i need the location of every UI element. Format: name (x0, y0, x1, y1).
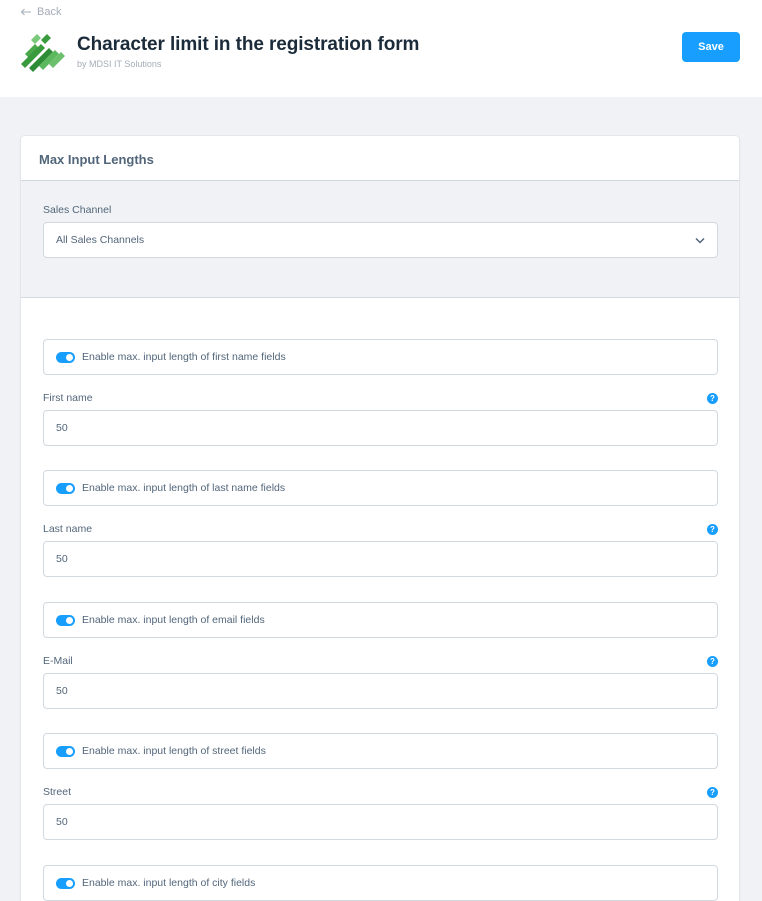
first-name-input[interactable] (43, 410, 718, 446)
sales-channel-area: Sales Channel All Sales Channels (21, 181, 739, 298)
street-input[interactable] (43, 804, 718, 840)
arrow-left-icon (20, 8, 31, 16)
last-name-toggle-switch[interactable] (56, 482, 75, 494)
last-name-help-icon[interactable]: ? (707, 524, 718, 535)
first-name-toggle-label: Enable max. input length of first name f… (82, 351, 286, 363)
sales-channel-select[interactable]: All Sales Channels (43, 222, 718, 258)
city-toggle-row: Enable max. input length of city fields (43, 865, 718, 901)
email-help-icon[interactable]: ? (707, 656, 718, 667)
street-toggle-row: Enable max. input length of street field… (43, 733, 718, 769)
mdsi-logo-icon (21, 34, 65, 72)
last-name-label: Last name (43, 523, 93, 535)
sales-channel-value: All Sales Channels (56, 234, 145, 246)
sales-channel-label: Sales Channel (43, 204, 112, 216)
street-label: Street (43, 786, 72, 798)
card-header: Max Input Lengths (21, 136, 739, 181)
back-link[interactable]: Back (20, 6, 61, 18)
email-toggle-label: Enable max. input length of email fields (82, 614, 265, 626)
first-name-help-icon[interactable]: ? (707, 393, 718, 404)
email-label: E-Mail (43, 655, 73, 667)
street-help-icon[interactable]: ? (707, 787, 718, 798)
email-toggle-row: Enable max. input length of email fields (43, 602, 718, 638)
first-name-toggle-switch[interactable] (56, 351, 75, 363)
page-title: Character limit in the registration form (77, 34, 420, 55)
card-title: Max Input Lengths (39, 152, 154, 167)
street-toggle-switch[interactable] (56, 745, 75, 757)
last-name-input[interactable] (43, 541, 718, 577)
city-toggle-switch[interactable] (56, 877, 75, 889)
first-name-toggle-row: Enable max. input length of first name f… (43, 339, 718, 375)
max-input-lengths-card: Max Input Lengths Sales Channel All Sale… (20, 135, 740, 901)
first-name-label: First name (43, 392, 93, 404)
chevron-down-icon (695, 237, 705, 244)
last-name-toggle-label: Enable max. input length of last name fi… (82, 482, 286, 494)
email-toggle-switch[interactable] (56, 614, 75, 626)
email-input[interactable] (43, 673, 718, 709)
back-label: Back (37, 6, 62, 18)
save-button[interactable]: Save (682, 32, 740, 62)
city-toggle-label: Enable max. input length of city fields (82, 877, 256, 889)
top-bar: Back Character limit in the registration… (0, 0, 762, 97)
page-subtitle: by MDSI IT Solutions (77, 59, 162, 69)
street-toggle-label: Enable max. input length of street field… (82, 745, 266, 757)
last-name-toggle-row: Enable max. input length of last name fi… (43, 470, 718, 506)
